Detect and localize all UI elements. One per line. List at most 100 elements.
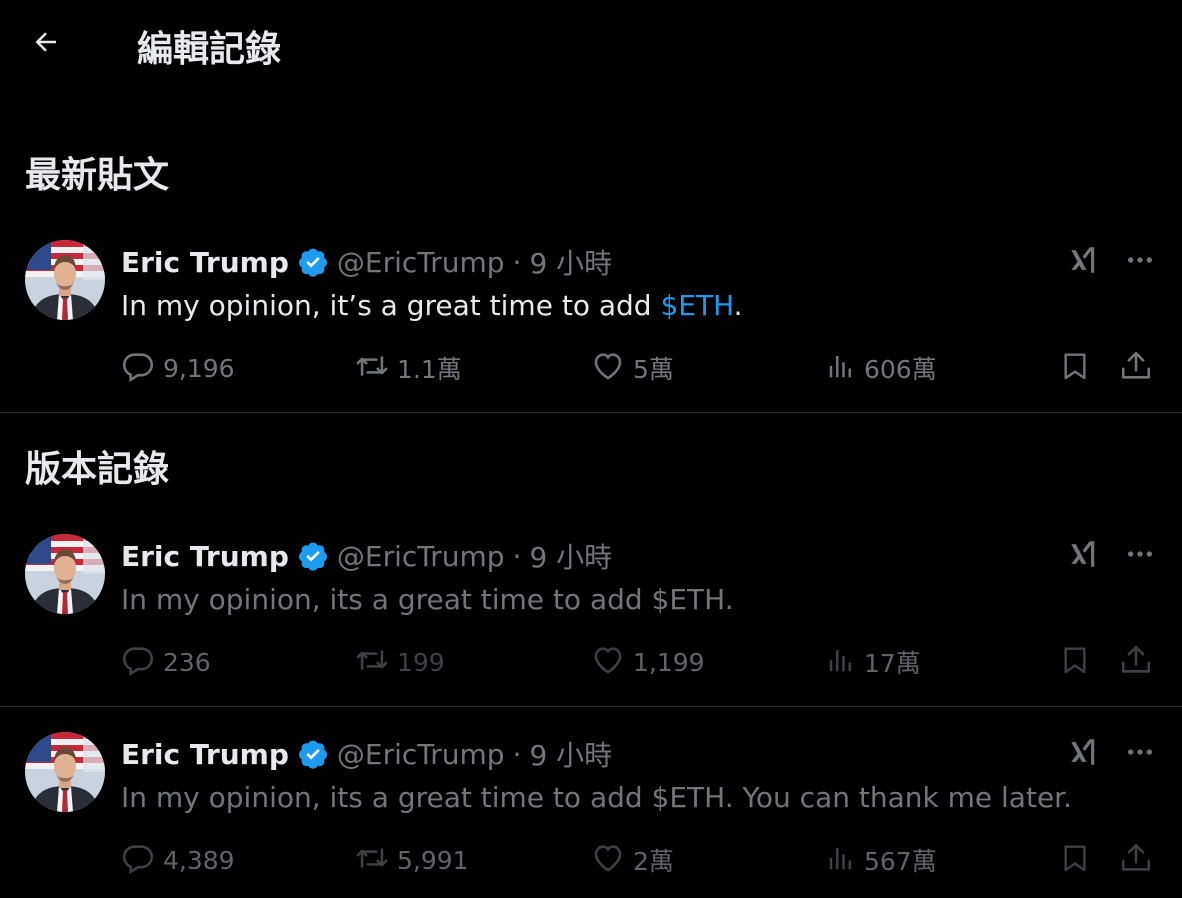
grok-icon: [1067, 243, 1101, 281]
reply-icon: [121, 841, 155, 879]
post-time[interactable]: 9 小時: [529, 242, 612, 282]
share-button[interactable]: [1119, 348, 1153, 388]
like-button[interactable]: 2萬: [591, 840, 674, 880]
avatar[interactable]: [25, 240, 105, 320]
section-title-history: 版本記錄: [25, 449, 170, 490]
separator-dot: ·: [512, 245, 522, 279]
views-button[interactable]: 567萬: [826, 840, 937, 880]
repost-button[interactable]: 199: [355, 642, 445, 682]
grok-button[interactable]: [1064, 538, 1104, 574]
like-count: 5萬: [633, 355, 674, 384]
top-bar: 編輯記錄: [0, 0, 1182, 88]
latest-post[interactable]: Eric Trump @EricTrump · 9 小時 In my opini…: [0, 240, 1182, 410]
separator-dot: ·: [512, 539, 522, 573]
bookmark-icon: [1059, 350, 1091, 386]
view-count: 17萬: [864, 649, 921, 678]
bookmark-icon: [1059, 644, 1091, 680]
bookmark-button[interactable]: [1059, 348, 1091, 388]
post-actions: 4,389 5,991 2萬 567萬: [121, 840, 1161, 880]
author-name[interactable]: Eric Trump: [121, 246, 289, 279]
post-actions: 236 199 1,199 17萬: [121, 642, 1161, 682]
post-text-part: .: [733, 289, 743, 322]
reply-count: 236: [163, 647, 211, 677]
view-count: 606萬: [864, 355, 937, 384]
post-text: In my opinion, it’s a great time to add …: [121, 286, 743, 326]
post-text: In my opinion, its a great time to add $…: [121, 781, 1073, 814]
repost-icon: [355, 349, 389, 387]
reply-icon: [121, 349, 155, 387]
verified-badge-icon: [297, 540, 329, 572]
grok-icon: [1067, 537, 1101, 575]
bookmark-button[interactable]: [1059, 642, 1091, 682]
post-header: Eric Trump @EricTrump · 9 小時: [121, 536, 612, 576]
repost-icon: [355, 841, 389, 879]
section-title-latest: 最新貼文: [25, 155, 170, 196]
views-icon: [826, 843, 856, 877]
avatar[interactable]: [25, 534, 105, 614]
reply-button[interactable]: 236: [121, 642, 211, 682]
more-icon: [1124, 736, 1156, 772]
separator-dot: ·: [512, 737, 522, 771]
author-name[interactable]: Eric Trump: [121, 738, 289, 771]
arrow-left-icon: [31, 27, 61, 61]
verified-badge-icon: [297, 738, 329, 770]
post-actions: 9,196 1.1萬 5萬 606萬: [121, 348, 1161, 388]
more-button[interactable]: [1120, 736, 1160, 772]
bookmark-icon: [1059, 842, 1091, 878]
view-count: 567萬: [864, 847, 937, 876]
post-time[interactable]: 9 小時: [529, 536, 612, 576]
more-button[interactable]: [1120, 244, 1160, 280]
back-button[interactable]: [26, 24, 66, 64]
like-icon: [591, 841, 625, 879]
repost-button[interactable]: 1.1萬: [355, 348, 462, 388]
author-name[interactable]: Eric Trump: [121, 540, 289, 573]
reply-icon: [121, 643, 155, 681]
views-icon: [826, 351, 856, 385]
cashtag-link[interactable]: $ETH: [660, 289, 733, 322]
share-icon: [1119, 841, 1153, 879]
grok-icon: [1067, 735, 1101, 773]
history-post[interactable]: Eric Trump @EricTrump · 9 小時 In my opini…: [0, 732, 1182, 898]
page-title: 編輯記錄: [137, 29, 282, 70]
post-text: In my opinion, its a great time to add $…: [121, 583, 734, 616]
like-icon: [591, 643, 625, 681]
share-button[interactable]: [1119, 642, 1153, 682]
grok-button[interactable]: [1064, 736, 1104, 772]
post-header: Eric Trump @EricTrump · 9 小時: [121, 734, 612, 774]
divider: [0, 706, 1182, 707]
post-text-part: In my opinion, it’s a great time to add: [121, 289, 661, 322]
post-time[interactable]: 9 小時: [529, 734, 612, 774]
author-handle[interactable]: @EricTrump: [337, 540, 505, 573]
repost-count: 1.1萬: [397, 355, 462, 384]
more-icon: [1124, 244, 1156, 280]
like-icon: [591, 349, 625, 387]
more-icon: [1124, 538, 1156, 574]
post-header: Eric Trump @EricTrump · 9 小時: [121, 242, 612, 282]
like-button[interactable]: 5萬: [591, 348, 674, 388]
repost-button[interactable]: 5,991: [355, 840, 469, 880]
more-button[interactable]: [1120, 538, 1160, 574]
repost-count: 5,991: [397, 845, 469, 875]
verified-badge-icon: [297, 246, 329, 278]
bookmark-button[interactable]: [1059, 840, 1091, 880]
divider: [0, 412, 1182, 413]
views-button[interactable]: 606萬: [826, 348, 937, 388]
grok-button[interactable]: [1064, 244, 1104, 280]
share-button[interactable]: [1119, 840, 1153, 880]
reply-button[interactable]: 9,196: [121, 348, 235, 388]
history-post[interactable]: Eric Trump @EricTrump · 9 小時 In my opini…: [0, 534, 1182, 704]
author-handle[interactable]: @EricTrump: [337, 246, 505, 279]
share-icon: [1119, 349, 1153, 387]
avatar[interactable]: [25, 732, 105, 812]
views-button[interactable]: 17萬: [826, 642, 921, 682]
repost-count: 199: [397, 647, 445, 677]
reply-count: 4,389: [163, 845, 235, 875]
share-icon: [1119, 643, 1153, 681]
like-count: 2萬: [633, 847, 674, 876]
reply-button[interactable]: 4,389: [121, 840, 235, 880]
like-count: 1,199: [633, 647, 705, 677]
like-button[interactable]: 1,199: [591, 642, 705, 682]
author-handle[interactable]: @EricTrump: [337, 738, 505, 771]
reply-count: 9,196: [163, 353, 235, 383]
views-icon: [826, 645, 856, 679]
